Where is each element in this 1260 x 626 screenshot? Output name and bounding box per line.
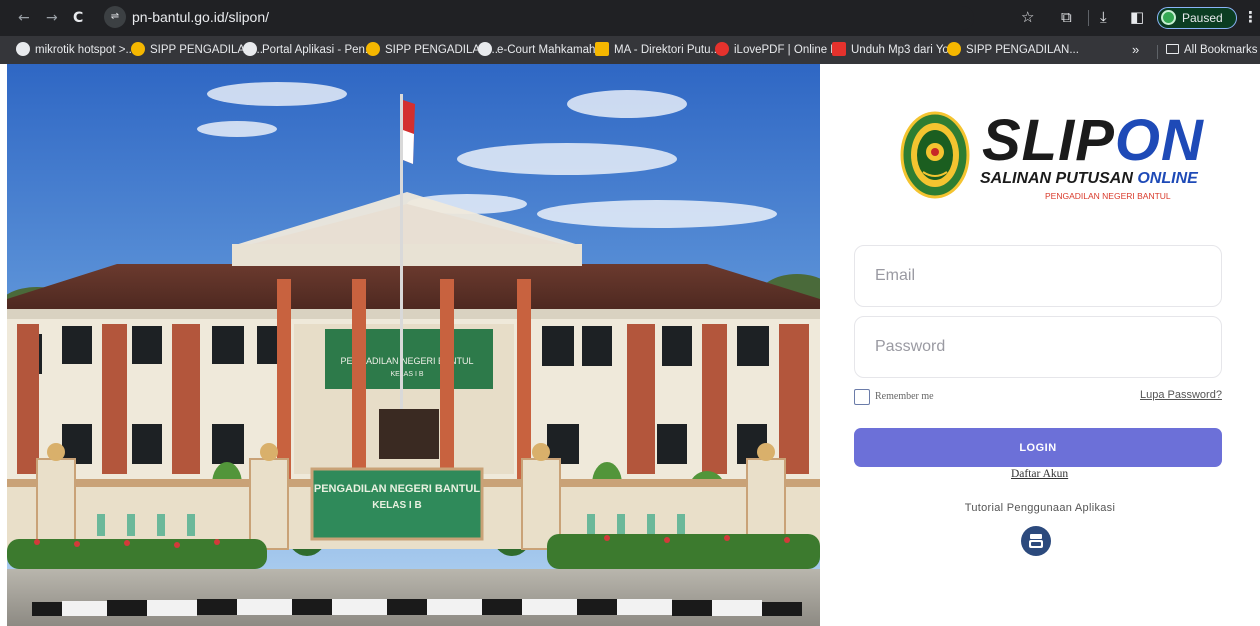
bookmark-item[interactable]: Unduh Mp3 dari Yo... xyxy=(832,42,958,58)
bookmark-favicon-icon xyxy=(131,42,145,56)
court-building-photo: PENGADILAN NEGERI BANTUL KELAS I B PENGA… xyxy=(7,64,820,626)
youtube-icon[interactable] xyxy=(1021,526,1051,556)
forward-arrow-icon[interactable]: → xyxy=(46,9,58,27)
profile-status-label: Paused xyxy=(1182,11,1223,25)
login-panel: SLIPON SALINAN PUTUSAN ONLINE PENGADILAN… xyxy=(820,64,1260,626)
download-icon[interactable]: ⤓ xyxy=(1100,8,1107,26)
address-bar[interactable]: ⇌ pn-bantul.go.id/slipon/ xyxy=(104,6,974,30)
reload-icon[interactable]: C xyxy=(73,9,83,27)
url-text[interactable]: pn-bantul.go.id/slipon/ xyxy=(132,9,269,25)
bookmark-favicon-icon xyxy=(16,42,30,56)
url-path: /slipon/ xyxy=(224,9,269,25)
email-input[interactable] xyxy=(855,246,1221,306)
bookmark-favicon-icon xyxy=(832,42,846,56)
youtube-glyph-icon xyxy=(1029,534,1043,548)
browser-toolbar: ← → C ⇌ pn-bantul.go.id/slipon/ ☆ ⧉ ⤓ ◧ … xyxy=(0,0,1260,36)
profile-avatar-icon xyxy=(1161,10,1176,25)
court-emblem-icon xyxy=(900,111,970,199)
slipon-logo: SLIPON SALINAN PUTUSAN ONLINE PENGADILAN… xyxy=(900,110,1203,210)
logo-subtitle-main: SALINAN PUTUSAN xyxy=(980,170,1138,187)
wall-sign-class: KELAS I B xyxy=(372,500,421,511)
bookmark-favicon-icon xyxy=(478,42,492,56)
bookmark-label: MA - Direktori Putu... xyxy=(614,44,721,56)
all-bookmarks-button[interactable]: All Bookmarks xyxy=(1166,42,1258,58)
bookmark-label: Portal Aplikasi - Pen... xyxy=(262,44,375,56)
bookmark-favicon-icon xyxy=(243,42,257,56)
wall-sign-text: PENGADILAN NEGERI BANTUL xyxy=(314,483,481,495)
forgot-password-link[interactable]: Lupa Password? xyxy=(1140,389,1222,401)
toolbar-divider xyxy=(1088,10,1089,26)
profile-paused-button[interactable]: Paused xyxy=(1157,7,1237,29)
bookmark-favicon-icon xyxy=(595,42,609,56)
url-domain: pn-bantul.go.id xyxy=(132,9,225,25)
logo-subtitle: SALINAN PUTUSAN ONLINE xyxy=(980,170,1198,188)
bookmarks-overflow-button[interactable]: » xyxy=(1132,42,1139,58)
site-info-icon[interactable]: ⇌ xyxy=(104,6,126,28)
menu-dots-icon[interactable]: ⋮ xyxy=(1243,8,1258,26)
logo-title-slip: SLIP xyxy=(982,108,1115,173)
register-link[interactable]: Daftar Akun xyxy=(1011,468,1068,480)
court-building-illustration: PENGADILAN NEGERI BANTUL KELAS I B PENGA… xyxy=(7,64,820,626)
extensions-icon[interactable]: ⧉ xyxy=(1061,8,1072,26)
building-sign-class: KELAS I B xyxy=(390,371,423,378)
bookmark-label: SIPP PENGADILAN... xyxy=(966,44,1079,56)
bookmarks-bar: mikrotik hotspot >... SIPP PENGADILAN...… xyxy=(0,36,1260,64)
bookmark-item[interactable]: MA - Direktori Putu... xyxy=(595,42,720,58)
login-button[interactable]: LOGIN xyxy=(854,428,1222,467)
tutorial-text: Tutorial Penggunaan Aplikasi xyxy=(964,502,1116,514)
all-bookmarks-label: All Bookmarks xyxy=(1184,44,1258,56)
bookmark-label: e-Court Mahkamah... xyxy=(497,44,606,56)
star-icon[interactable]: ☆ xyxy=(1021,8,1034,26)
bookmark-item[interactable]: e-Court Mahkamah... xyxy=(478,42,605,58)
bookmark-item[interactable]: iLovePDF | Online P... xyxy=(715,42,846,58)
bookmark-favicon-icon xyxy=(715,42,729,56)
logo-title-on: ON xyxy=(1114,108,1204,173)
bookmark-item[interactable]: Portal Aplikasi - Pen... xyxy=(243,42,375,58)
side-panel-icon[interactable]: ◧ xyxy=(1130,8,1144,26)
remember-me-label: Remember me xyxy=(875,391,934,402)
password-input[interactable] xyxy=(855,317,1221,377)
back-arrow-icon[interactable]: ← xyxy=(18,9,30,27)
bookmark-favicon-icon xyxy=(366,42,380,56)
password-field-box xyxy=(854,316,1222,378)
remember-me-checkbox[interactable] xyxy=(854,389,870,405)
logo-subtitle-online: ONLINE xyxy=(1137,170,1198,187)
bookmark-favicon-icon xyxy=(947,42,961,56)
logo-title: SLIPON xyxy=(982,112,1204,170)
folder-icon xyxy=(1166,44,1179,54)
logo-court-name: PENGADILAN NEGERI BANTUL xyxy=(1045,191,1171,201)
email-field-box xyxy=(854,245,1222,307)
bookmark-label: Unduh Mp3 dari Yo... xyxy=(851,44,959,56)
bookmark-item[interactable]: SIPP PENGADILAN... xyxy=(947,42,1079,58)
bookmark-item[interactable]: mikrotik hotspot >... xyxy=(16,42,135,58)
bookmarks-divider xyxy=(1157,45,1158,59)
bookmark-label: iLovePDF | Online P... xyxy=(734,44,847,56)
bookmark-label: mikrotik hotspot >... xyxy=(35,44,136,56)
